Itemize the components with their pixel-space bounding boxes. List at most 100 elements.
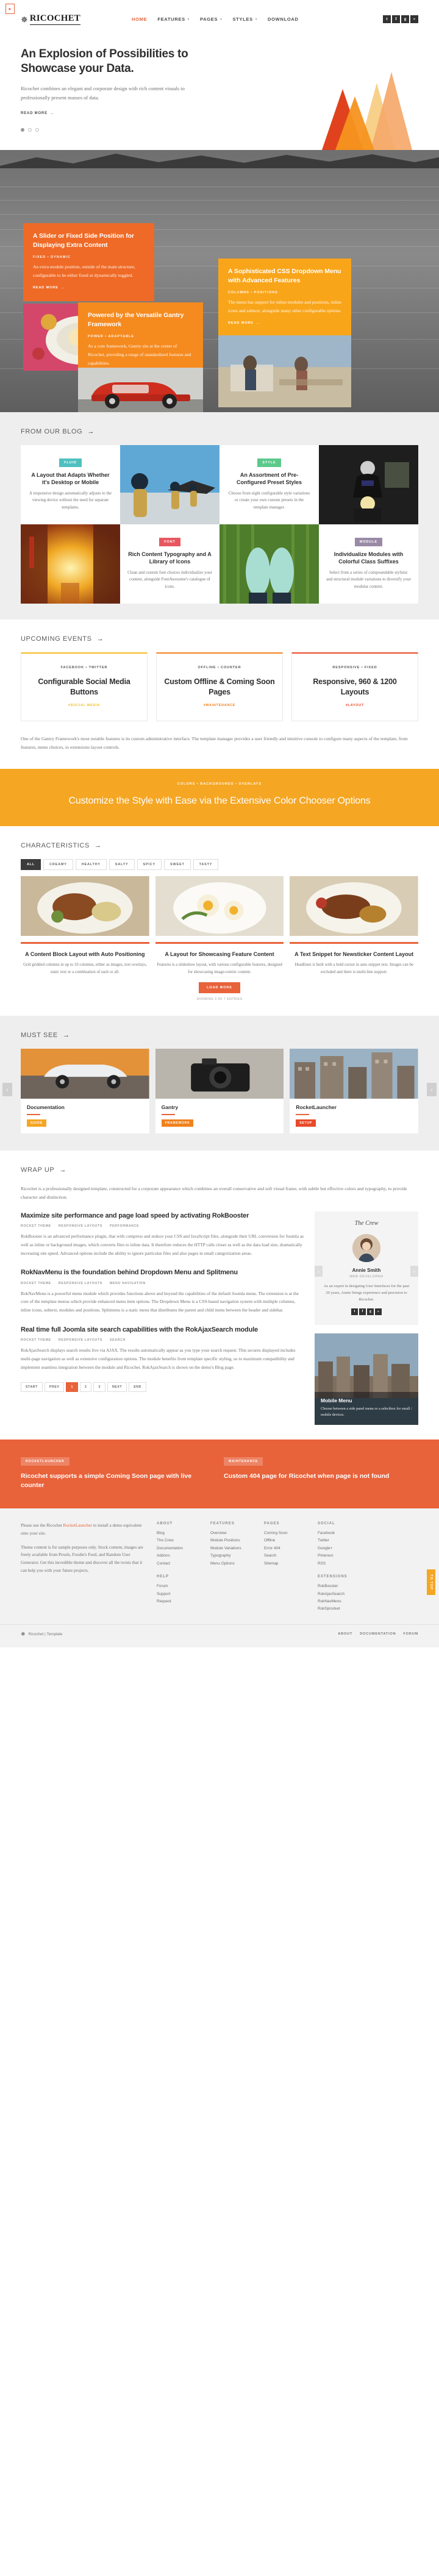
card-title: A Slider or Fixed Side Position for Disp…	[33, 232, 134, 249]
hero-read-more-button[interactable]: READ MORE →	[21, 112, 54, 115]
blog-post-style[interactable]: STYLE An Assortment of Pre-Configured Pr…	[220, 445, 319, 525]
event-card-social-media[interactable]: FACEBOOK • TWITTER Configurable Social M…	[21, 652, 148, 721]
filter-all[interactable]: ALL	[21, 858, 41, 870]
pager-start[interactable]: START	[21, 1382, 43, 1393]
mustsee-heading[interactable]: MUST SEE →	[21, 1016, 418, 1049]
footer-link[interactable]: Forum	[157, 1583, 199, 1590]
filter-creamy[interactable]: CREAMY	[43, 858, 73, 870]
footer-link[interactable]: The Crew	[157, 1537, 199, 1544]
filter-tasty[interactable]: TASTY	[193, 858, 219, 870]
footer-nav-documentation[interactable]: DOCUMENTATION	[360, 1632, 396, 1636]
footer-link[interactable]: RokBooster	[318, 1583, 360, 1590]
offcanvas-toggle-icon[interactable]: ▸	[5, 4, 15, 14]
crew-prev-button[interactable]: ‹	[315, 1266, 323, 1277]
article-rokbooster[interactable]: Maximize site performance and page load …	[21, 1211, 305, 1258]
blog-post-font[interactable]: FONT Rich Content Typography and A Libra…	[120, 524, 220, 604]
rss-icon[interactable]: »	[410, 15, 418, 23]
event-card-layout[interactable]: RESPONSIVE • FIXED Responsive, 960 & 120…	[291, 652, 418, 721]
footer-link[interactable]: Offline	[264, 1537, 307, 1544]
slider-dot-2[interactable]	[28, 128, 32, 132]
pager-page-3[interactable]: 3	[93, 1382, 105, 1393]
post-tag: MODULE	[354, 537, 383, 546]
footer-link[interactable]: Module Positions	[210, 1537, 253, 1544]
mustsee-next-button[interactable]: ›	[427, 1083, 437, 1097]
footer-link[interactable]: Search	[264, 1552, 307, 1560]
footer-link[interactable]: Blog	[157, 1530, 199, 1537]
filter-salty[interactable]: SALTY	[109, 858, 135, 870]
footer-link[interactable]: Addons	[157, 1552, 199, 1560]
facebook-icon[interactable]: f	[359, 1308, 366, 1316]
footer-link[interactable]: Request	[157, 1598, 199, 1605]
twitter-icon[interactable]: t	[351, 1308, 358, 1316]
blog-post-fluid[interactable]: FLUID A Layout that Adapts Whether it's …	[21, 445, 120, 525]
footer-link[interactable]: Documentation	[157, 1545, 199, 1552]
events-heading[interactable]: UPCOMING EVENTS →	[21, 619, 418, 652]
event-card-maintenance[interactable]: OFFLINE • COUNTER Custom Offline & Comin…	[156, 652, 283, 721]
pager-page-1[interactable]: 1	[66, 1382, 78, 1393]
showcase-card-slider[interactable]: A Slider or Fixed Side Position for Disp…	[23, 223, 154, 301]
twitter-icon[interactable]: t	[383, 15, 391, 23]
mustsee-card-documentation[interactable]: Documentation GUIDE	[21, 1048, 149, 1133]
post-excerpt: Choose from eight configurable style var…	[228, 490, 310, 510]
footer-link[interactable]: Facebook	[318, 1530, 360, 1537]
nav-item-download[interactable]: DOWNLOAD	[268, 16, 299, 22]
mobile-menu-feature[interactable]: Mobile Menu Choose between a side panel …	[315, 1333, 418, 1425]
mustsee-card-rocketlauncher[interactable]: RocketLauncher SETUP	[290, 1048, 419, 1133]
footer-link[interactable]: Pinterest	[318, 1552, 360, 1560]
slider-dot-1[interactable]	[21, 128, 24, 132]
article-rokajaxsearch[interactable]: Real time full Joomla site search capabi…	[21, 1325, 305, 1372]
mustsee-prev-button[interactable]: ‹	[2, 1083, 12, 1097]
mustsee-card-gantry[interactable]: Gantry FRAMEWORK	[155, 1048, 284, 1133]
footer-link[interactable]: Twitter	[318, 1537, 360, 1544]
card-read-more-button[interactable]: READ MORE →	[33, 286, 65, 290]
blog-heading[interactable]: FROM OUR BLOG →	[21, 412, 418, 445]
char-title: A Text Snippet for Newsticker Content La…	[294, 951, 414, 957]
slider-dot-3[interactable]	[35, 128, 39, 132]
footer-link[interactable]: Contact	[157, 1560, 199, 1568]
card-read-more-button[interactable]: READ MORE →	[228, 321, 260, 325]
crew-next-button[interactable]: ›	[410, 1266, 418, 1277]
footer-link[interactable]: Sitemap	[264, 1560, 307, 1568]
footer-link[interactable]: RokNavMenu	[318, 1598, 360, 1605]
pager-prev[interactable]: PREV	[44, 1382, 65, 1393]
blog-post-module[interactable]: MODULE Individualize Modules with Colorf…	[319, 524, 418, 604]
nav-item-pages[interactable]: PAGES ▾	[200, 16, 222, 22]
google-plus-icon[interactable]: g	[367, 1308, 374, 1316]
to-top-button[interactable]: TO TOP	[427, 1569, 435, 1595]
load-more-button[interactable]: LOAD MORE	[199, 982, 240, 993]
rocketlauncher-link[interactable]: RocketLauncher	[63, 1523, 92, 1528]
nav-item-styles[interactable]: STYLES ▾	[232, 16, 257, 22]
nav-item-features[interactable]: FEATURES ▾	[157, 16, 190, 22]
brand-logo[interactable]: ✵ RICOCHET	[21, 13, 81, 25]
footer-link[interactable]: Typography	[210, 1552, 253, 1560]
promo-card-comingsoon[interactable]: ROCKETLAUNCHER Ricochet supports a simpl…	[21, 1454, 215, 1490]
arrow-right-icon: →	[60, 285, 65, 290]
footer-link[interactable]: RSS	[318, 1560, 360, 1568]
showcase-card-dropdown[interactable]: A Sophisticated CSS Dropdown Menu with A…	[218, 259, 351, 337]
footer-nav-forum[interactable]: FORUM	[403, 1632, 418, 1636]
wrapup-heading[interactable]: WRAP UP →	[21, 1151, 418, 1183]
filter-sweet[interactable]: SWEET	[164, 858, 191, 870]
google-plus-icon[interactable]: g	[401, 15, 409, 23]
footer-nav-about[interactable]: ABOUT	[338, 1632, 352, 1636]
footer-link[interactable]: RokAjaxSearch	[318, 1591, 360, 1598]
footer-link[interactable]: Support	[157, 1591, 199, 1598]
characteristics-heading[interactable]: CHARACTERISTICS →	[21, 826, 418, 859]
footer-link[interactable]: RokSprocket	[318, 1605, 360, 1613]
pager-page-2[interactable]: 2	[79, 1382, 92, 1393]
nav-item-home[interactable]: HOME	[132, 16, 147, 22]
footer-link[interactable]: Error 404	[264, 1545, 307, 1552]
article-roknavmenu[interactable]: RokNavMenu is the foundation behind Drop…	[21, 1268, 305, 1315]
filter-healthy[interactable]: HEALTHY	[75, 858, 107, 870]
footer-link[interactable]: Menu Options	[210, 1560, 253, 1568]
footer-link[interactable]: Module Variations	[210, 1545, 253, 1552]
facebook-icon[interactable]: f	[392, 15, 400, 23]
footer-link[interactable]: Overview	[210, 1530, 253, 1537]
pager-next[interactable]: NEXT	[107, 1382, 127, 1393]
filter-spicy[interactable]: SPICY	[137, 858, 162, 870]
footer-link[interactable]: Google+	[318, 1545, 360, 1552]
pager-end[interactable]: END	[129, 1382, 146, 1393]
rss-icon[interactable]: »	[375, 1308, 382, 1316]
promo-card-404[interactable]: MAINTENANCE Custom 404 page for Ricochet…	[224, 1454, 418, 1490]
footer-link[interactable]: Coming Soon	[264, 1530, 307, 1537]
